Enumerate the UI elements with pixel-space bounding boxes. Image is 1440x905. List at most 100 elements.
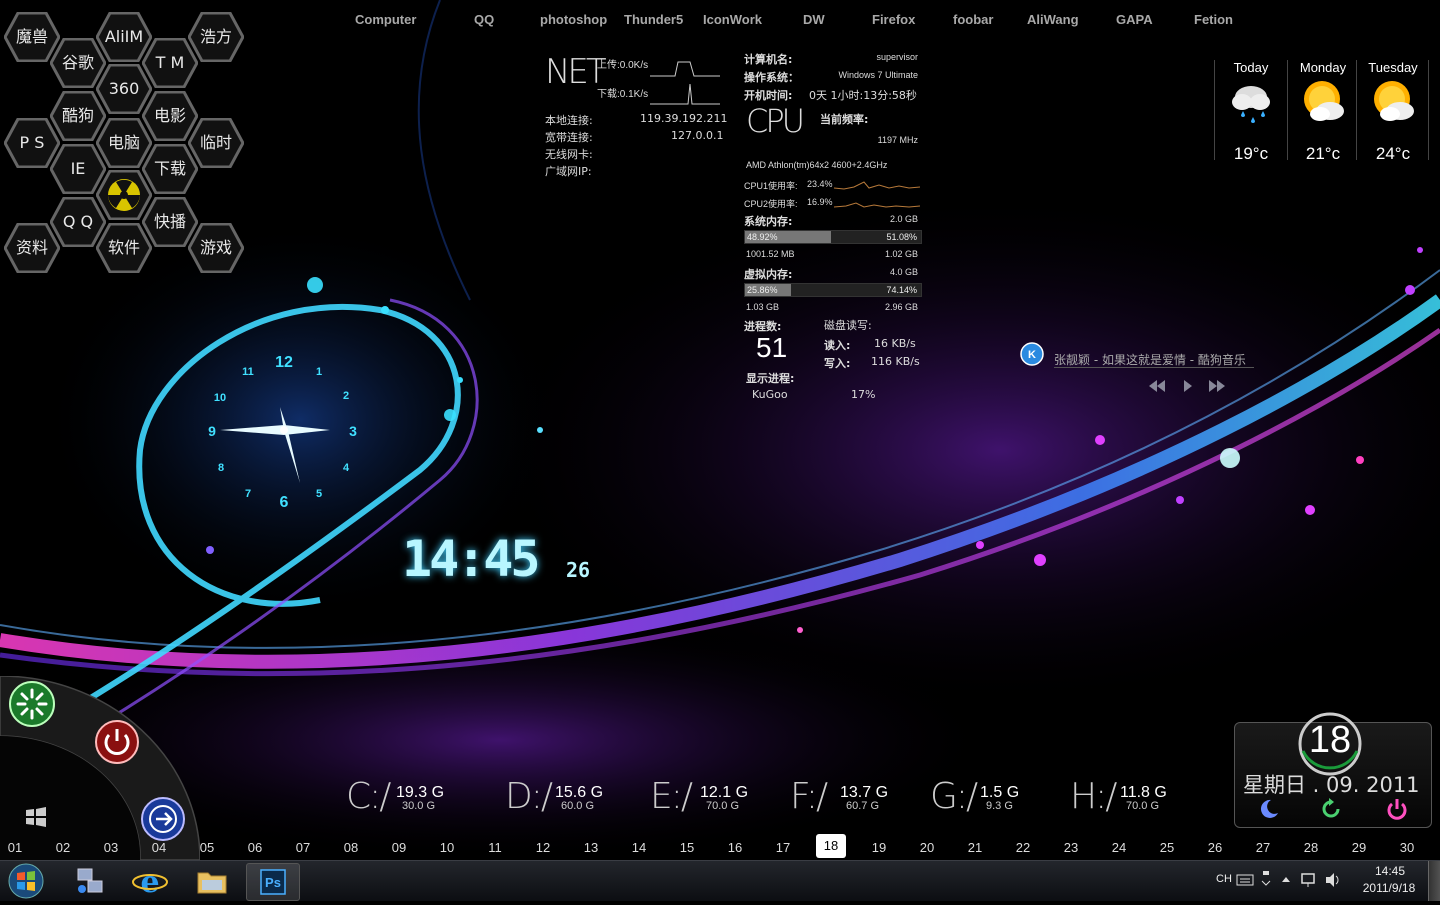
- logoff-button[interactable]: [140, 796, 186, 842]
- clock-numeral: 8: [218, 462, 224, 474]
- mem-label: 系统内存:: [744, 215, 793, 228]
- clock-numeral: 5: [316, 488, 322, 500]
- weather-temp: 24°c: [1375, 144, 1411, 163]
- calendar-day[interactable]: 13: [576, 840, 606, 855]
- language-indicator[interactable]: CH: [1216, 873, 1232, 885]
- read-label: 读入:: [824, 339, 851, 352]
- shortcut-dw[interactable]: DW: [803, 12, 825, 27]
- calendar-day[interactable]: 01: [0, 840, 30, 855]
- calendar-day[interactable]: 10: [432, 840, 462, 855]
- shortcut-iconwork[interactable]: IconWork: [703, 12, 762, 27]
- shortcut-aliwang[interactable]: AliWang: [1027, 12, 1079, 27]
- volume-icon[interactable]: [1324, 871, 1342, 889]
- kugou-icon[interactable]: K: [1020, 342, 1044, 366]
- calendar-day[interactable]: 25: [1152, 840, 1182, 855]
- net-title: NET: [545, 52, 607, 92]
- tray-options-icon[interactable]: [1260, 869, 1272, 889]
- computer-name: supervisor: [876, 52, 918, 62]
- mem-used-pct: 48.92%: [747, 232, 778, 242]
- calendar-day[interactable]: 03: [96, 840, 126, 855]
- clock-numeral: 2: [343, 390, 349, 402]
- calendar-day[interactable]: 22: [1008, 840, 1038, 855]
- hex-item[interactable]: 软件: [96, 223, 152, 273]
- date-day: 18: [1308, 719, 1352, 761]
- calendar-day[interactable]: 28: [1296, 840, 1326, 855]
- os-label: 操作系统：: [744, 71, 799, 84]
- hex-item[interactable]: 游戏: [188, 223, 244, 273]
- clock-numeral: 1: [316, 366, 322, 378]
- show-desktop-button[interactable]: [1428, 861, 1440, 901]
- shortcut-qq[interactable]: QQ: [474, 12, 494, 27]
- calendar-day[interactable]: 06: [240, 840, 270, 855]
- calendar-day[interactable]: 14: [624, 840, 654, 855]
- tray-clock-time[interactable]: 14:45: [1360, 864, 1420, 878]
- network-tray-icon[interactable]: [1300, 871, 1318, 889]
- weather-divider: [1214, 60, 1215, 160]
- calendar-day[interactable]: 09: [384, 840, 414, 855]
- calendar-day[interactable]: 26: [1200, 840, 1230, 855]
- wireless-label: 无线网卡:: [545, 148, 593, 161]
- calendar-day[interactable]: 24: [1104, 840, 1134, 855]
- shortcut-thunder5[interactable]: Thunder5: [624, 12, 683, 27]
- clock-numeral: 7: [245, 488, 251, 500]
- network-icon: [77, 868, 103, 893]
- keyboard-icon[interactable]: [1236, 873, 1254, 887]
- vmem-used-pct: 25.86%: [747, 285, 778, 295]
- calendar-day[interactable]: 12: [528, 840, 558, 855]
- cpu1-graph: [834, 181, 920, 190]
- play-icon[interactable]: [1182, 379, 1194, 393]
- cpu2-value: 16.9%: [807, 197, 833, 207]
- svg-text:e: e: [140, 865, 159, 899]
- clock-numeral: 9: [208, 423, 216, 439]
- cpu-title: CPU: [746, 102, 805, 140]
- calendar-day[interactable]: 27: [1248, 840, 1278, 855]
- proc-count: 51: [756, 332, 788, 363]
- calendar-day[interactable]: 29: [1344, 840, 1374, 855]
- next-icon[interactable]: [1208, 379, 1226, 393]
- taskbar-ie[interactable]: e: [124, 863, 176, 900]
- taskbar-explorer[interactable]: [186, 863, 238, 899]
- shortcut-foobar[interactable]: foobar: [953, 12, 993, 27]
- taskbar-photoshop[interactable]: Ps: [246, 863, 300, 901]
- calendar-day[interactable]: 21: [960, 840, 990, 855]
- previous-icon[interactable]: [1148, 379, 1166, 393]
- windows-start-button[interactable]: [6, 862, 46, 900]
- show-hidden-icons[interactable]: [1280, 873, 1292, 885]
- track-progress[interactable]: [1054, 367, 1254, 368]
- hex-item[interactable]: 资料: [4, 223, 60, 273]
- calendar-day[interactable]: 08: [336, 840, 366, 855]
- shutdown-icon[interactable]: [1385, 797, 1409, 821]
- clock-numeral: 12: [275, 354, 293, 371]
- calendar-day[interactable]: 04: [144, 840, 174, 855]
- shortcut-fetion[interactable]: Fetion: [1194, 12, 1233, 27]
- shortcut-gapa[interactable]: GAPA: [1116, 12, 1153, 27]
- read-value: 16 KB/s: [874, 337, 916, 350]
- start-menu-button[interactable]: [8, 680, 56, 728]
- shortcut-firefox[interactable]: Firefox: [872, 12, 915, 27]
- cpu2-label: CPU2使用率:: [744, 199, 798, 209]
- restart-icon[interactable]: [1319, 797, 1343, 821]
- shortcut-computer[interactable]: Computer: [355, 12, 416, 27]
- tray-clock-date[interactable]: 2011/9/18: [1352, 881, 1426, 895]
- shortcut-photoshop[interactable]: photoshop: [540, 12, 607, 27]
- cpu-model: AMD Athlon(tm)64x2 4600+2.4GHz: [746, 160, 888, 170]
- taskbar-network-app[interactable]: [64, 863, 116, 899]
- calendar-day[interactable]: 20: [912, 840, 942, 855]
- calendar-day-today[interactable]: 18: [816, 834, 846, 858]
- calendar-day[interactable]: 05: [192, 840, 222, 855]
- net-graph: [650, 61, 720, 105]
- sleep-icon[interactable]: [1257, 797, 1281, 821]
- calendar-day[interactable]: 17: [768, 840, 798, 855]
- calendar-day[interactable]: 11: [480, 840, 510, 855]
- date-line: 星期日 . 09. 2011: [1243, 773, 1420, 797]
- calendar-day[interactable]: 07: [288, 840, 318, 855]
- calendar-day[interactable]: 30: [1392, 840, 1422, 855]
- calendar-day[interactable]: 15: [672, 840, 702, 855]
- show-proc-label: 显示进程:: [746, 372, 795, 385]
- power-off-button[interactable]: [94, 719, 140, 765]
- calendar-day[interactable]: 23: [1056, 840, 1086, 855]
- calendar-day[interactable]: 19: [864, 840, 894, 855]
- calendar-day[interactable]: 02: [48, 840, 78, 855]
- weather-divider: [1356, 60, 1357, 160]
- calendar-day[interactable]: 16: [720, 840, 750, 855]
